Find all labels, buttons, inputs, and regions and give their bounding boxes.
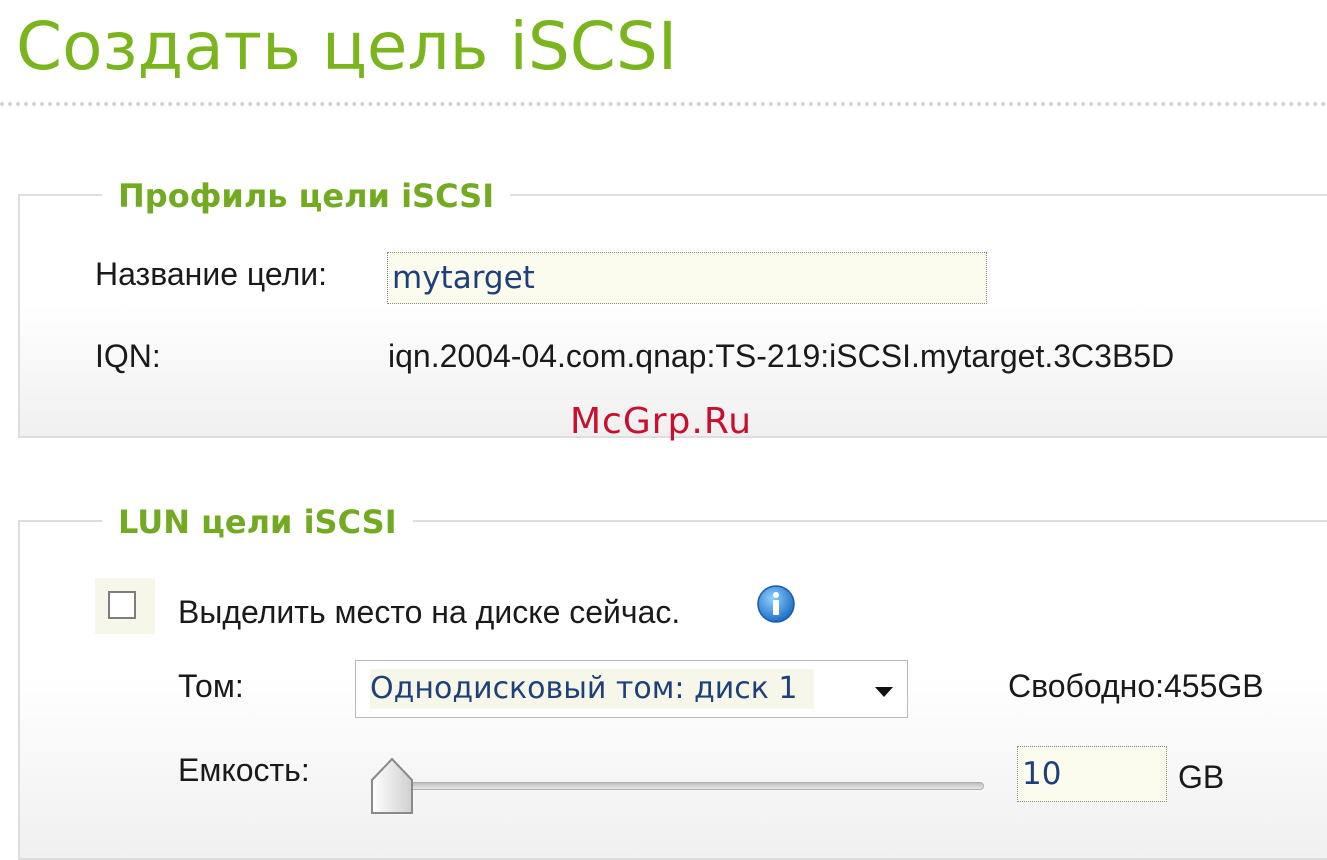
capacity-label: Емкость: bbox=[178, 752, 310, 788]
target-name-input[interactable] bbox=[387, 252, 987, 304]
iqn-value: iqn.2004-04.com.qnap:TS-219:iSCSI.mytarg… bbox=[388, 338, 1175, 374]
capacity-input[interactable] bbox=[1017, 746, 1167, 802]
target-name-label: Название цели: bbox=[95, 256, 328, 292]
capacity-unit: GB bbox=[1178, 759, 1225, 795]
watermark: McGrp.Ru bbox=[570, 401, 753, 442]
free-space-text: Свободно:455GB bbox=[1008, 668, 1264, 704]
capacity-slider-track[interactable] bbox=[372, 782, 984, 790]
capacity-slider-handle[interactable] bbox=[369, 756, 415, 816]
allocate-checkbox-label: Выделить место на диске сейчас. bbox=[178, 594, 681, 630]
title-divider bbox=[0, 102, 1327, 106]
page-title: Создать цель iSCSI bbox=[16, 8, 678, 85]
profile-legend: Профиль цели iSCSI bbox=[102, 176, 511, 216]
volume-select[interactable]: Однодисковый том: диск 1 bbox=[355, 660, 908, 718]
lun-legend: LUN цели iSCSI bbox=[102, 502, 413, 542]
chevron-down-icon[interactable] bbox=[875, 687, 893, 697]
volume-label: Том: bbox=[178, 668, 244, 704]
allocate-checkbox-wrap[interactable] bbox=[95, 578, 155, 634]
allocate-checkbox[interactable] bbox=[108, 591, 136, 619]
iqn-label: IQN: bbox=[95, 338, 161, 374]
volume-select-value: Однодисковый том: диск 1 bbox=[370, 669, 814, 709]
info-icon[interactable] bbox=[756, 584, 796, 624]
